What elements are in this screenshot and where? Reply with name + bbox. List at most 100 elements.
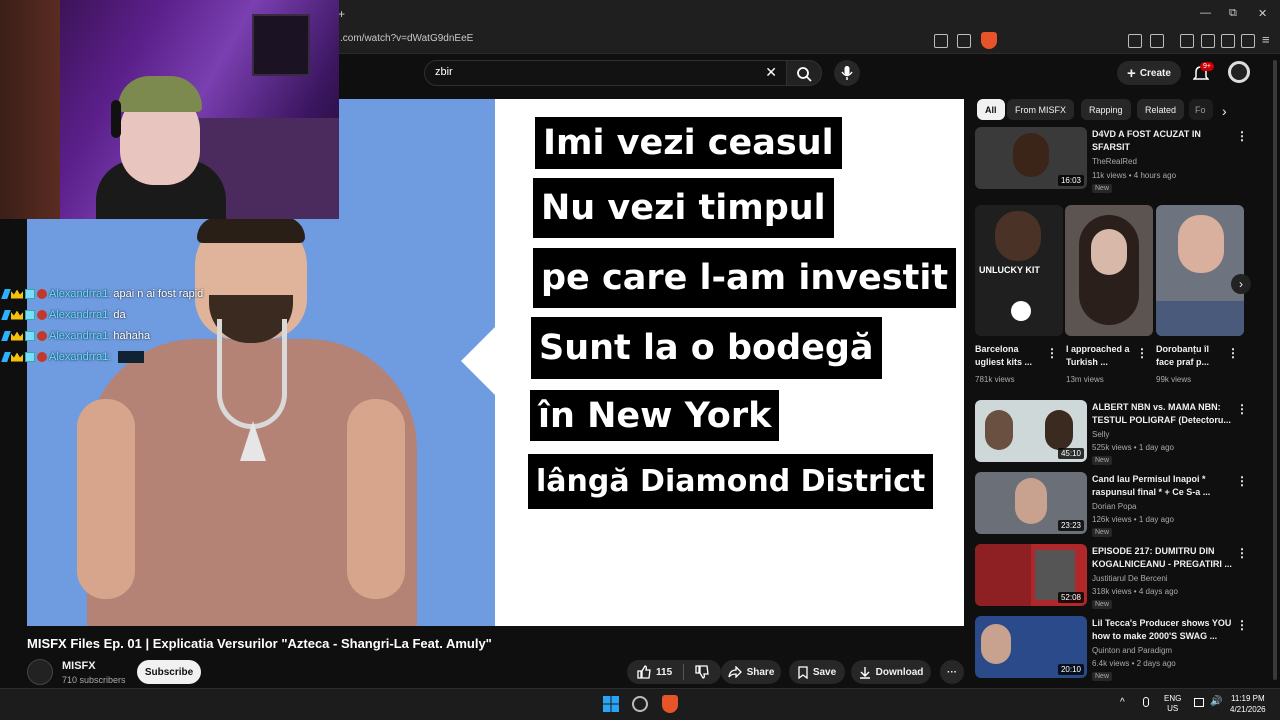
leo-ai-icon[interactable]	[1241, 34, 1255, 48]
video-title[interactable]: EPISODE 217: DUMITRU DIN KOGALNICEANU - …	[1092, 545, 1232, 571]
rose-badge-icon	[37, 352, 47, 362]
video-title[interactable]: D4VD A FOST ACUZAT IN SFARSIT	[1092, 128, 1232, 154]
obs-taskbar-icon[interactable]	[632, 696, 648, 712]
shorts-next-icon[interactable]: ›	[1231, 274, 1251, 294]
language-indicator[interactable]: ENG US	[1164, 694, 1181, 714]
minimize-button[interactable]: —	[1200, 7, 1211, 19]
brave-taskbar-icon[interactable]	[662, 695, 678, 713]
crown-badge-icon	[11, 331, 23, 341]
search-button[interactable]	[786, 60, 822, 86]
tray-display-icon[interactable]	[1194, 698, 1204, 707]
chip-for-you[interactable]: Fo	[1189, 99, 1213, 120]
share-button[interactable]: Share	[721, 660, 781, 684]
video-menu-icon[interactable]: ⋮	[1236, 618, 1248, 632]
short-title[interactable]: I approached a Turkish ...	[1066, 343, 1136, 369]
browser-menu-icon[interactable]: ≡	[1262, 32, 1270, 47]
video-title[interactable]: ALBERT NBN vs. MAMA NBN: TESTUL POLIGRAF…	[1092, 401, 1232, 427]
video-thumbnail[interactable]: 16:03	[975, 127, 1087, 189]
microphone-icon	[841, 66, 853, 80]
language-code: ENG	[1164, 694, 1182, 703]
channel-name[interactable]: MISFX	[62, 660, 96, 672]
tray-volume-icon[interactable]: 🔊	[1210, 696, 1222, 707]
video-menu-icon[interactable]: ⋮	[1236, 546, 1248, 560]
sidebar-icon[interactable]	[1201, 34, 1215, 48]
clock-time: 11:19 PM	[1230, 694, 1265, 703]
video-thumbnail[interactable]: 23:23	[975, 472, 1087, 534]
video-channel[interactable]: Quinton and Paradigm	[1092, 646, 1172, 655]
clock[interactable]: 11:19 PM 4/21/2026	[1230, 693, 1266, 715]
video-channel[interactable]: Justitiarul De Berceni	[1092, 574, 1168, 583]
bookmark-icon	[798, 665, 808, 679]
download-label: Download	[875, 666, 924, 678]
short-title[interactable]: Barcelona ugliest kits ...	[975, 343, 1045, 369]
video-title[interactable]: Cand Iau Permisul Inapoi * raspunsul fin…	[1092, 473, 1232, 499]
screenshot-icon[interactable]	[1150, 34, 1164, 48]
short-thumbnail[interactable]	[1156, 205, 1244, 336]
video-thumbnail[interactable]: 45:10	[975, 400, 1087, 462]
extensions-icon[interactable]	[1128, 34, 1142, 48]
tray-overflow-icon[interactable]: ^	[1120, 697, 1125, 708]
wallet-icon[interactable]	[1221, 34, 1235, 48]
chip-related[interactable]: Related	[1137, 99, 1185, 120]
chat-message: Alexandrra1: apai n ai fost rapid	[1, 288, 203, 300]
brave-shield-icon[interactable]	[981, 32, 997, 49]
subscribe-button[interactable]: Subscribe	[137, 660, 201, 684]
url-field[interactable]: .com/watch?v=dWatG9dnEeE	[340, 33, 473, 44]
maximize-button[interactable]: ⧉	[1229, 7, 1237, 20]
video-arrow-notch	[461, 327, 495, 395]
sword-badge-icon	[1, 331, 11, 341]
short-thumbnail[interactable]	[1065, 205, 1153, 336]
short-thumbnail[interactable]: UNLUCKY KIT	[975, 205, 1063, 336]
lyric-line-2: Nu vezi timpul	[533, 178, 834, 238]
media-icon[interactable]	[1180, 34, 1194, 48]
video-thumbnail[interactable]: 52:08	[975, 544, 1087, 606]
clock-date: 4/21/2026	[1230, 705, 1266, 714]
short-menu-icon[interactable]: ⋮	[1136, 346, 1148, 360]
chip-all[interactable]: All	[977, 99, 1005, 120]
share-page-icon[interactable]	[957, 34, 971, 48]
more-actions-button[interactable]: ···	[940, 660, 964, 684]
save-button[interactable]: Save	[789, 660, 845, 684]
video-menu-icon[interactable]: ⋮	[1236, 129, 1248, 143]
chip-rapping[interactable]: Rapping	[1081, 99, 1131, 120]
like-button[interactable]: 115	[637, 665, 672, 679]
channel-avatar[interactable]	[27, 659, 53, 685]
search-input[interactable]: zbir	[435, 66, 453, 78]
download-button[interactable]: Download	[851, 660, 931, 684]
chat-text: da	[113, 309, 126, 321]
search-box[interactable]: zbir ✕	[424, 60, 790, 86]
video-channel[interactable]: TheRealRed	[1092, 157, 1137, 166]
like-divider	[683, 664, 685, 680]
chip-from-misfx[interactable]: From MISFX	[1007, 99, 1074, 120]
new-tab-button[interactable]: +	[338, 7, 345, 21]
windows-start-icon[interactable]	[603, 696, 619, 712]
thumbs-down-icon[interactable]	[695, 665, 709, 679]
tray-mic-icon[interactable]	[1143, 697, 1149, 707]
short-menu-icon[interactable]: ⋮	[1046, 346, 1058, 360]
clear-search-icon[interactable]: ✕	[765, 64, 777, 81]
video-title[interactable]: Lil Tecca's Producer shows YOU how to ma…	[1092, 617, 1232, 643]
video-meta: 11k views • 4 hours ago	[1092, 171, 1177, 180]
account-avatar[interactable]	[1228, 61, 1250, 83]
cast-icon[interactable]	[934, 34, 948, 48]
close-window-button[interactable]: ✕	[1258, 7, 1267, 20]
create-button[interactable]: + Create	[1117, 61, 1181, 85]
short-menu-icon[interactable]: ⋮	[1227, 346, 1239, 360]
voice-search-button[interactable]	[834, 60, 860, 86]
video-menu-icon[interactable]: ⋮	[1236, 402, 1248, 416]
video-thumbnail[interactable]: 20:10	[975, 616, 1087, 678]
sub-badge-icon	[25, 289, 35, 299]
thumbnail-strip	[1156, 301, 1244, 336]
video-channel[interactable]: Dorian Popa	[1092, 502, 1136, 511]
page-scrollbar[interactable]	[1273, 60, 1277, 680]
webcam-door	[0, 0, 60, 219]
new-badge: New	[1092, 672, 1113, 681]
video-menu-icon[interactable]: ⋮	[1236, 474, 1248, 488]
chips-next-icon[interactable]: ›	[1222, 103, 1227, 119]
lyric-line-3: pe care l-am investit	[533, 248, 957, 308]
video-duration: 23:23	[1057, 520, 1084, 531]
short-title[interactable]: Dorobanțu îl face praf p...	[1156, 343, 1226, 369]
video-title: MISFX Files Ep. 01 | Explicatia Versuril…	[27, 636, 492, 651]
search-icon	[797, 67, 812, 82]
video-channel[interactable]: Selly	[1092, 430, 1109, 439]
